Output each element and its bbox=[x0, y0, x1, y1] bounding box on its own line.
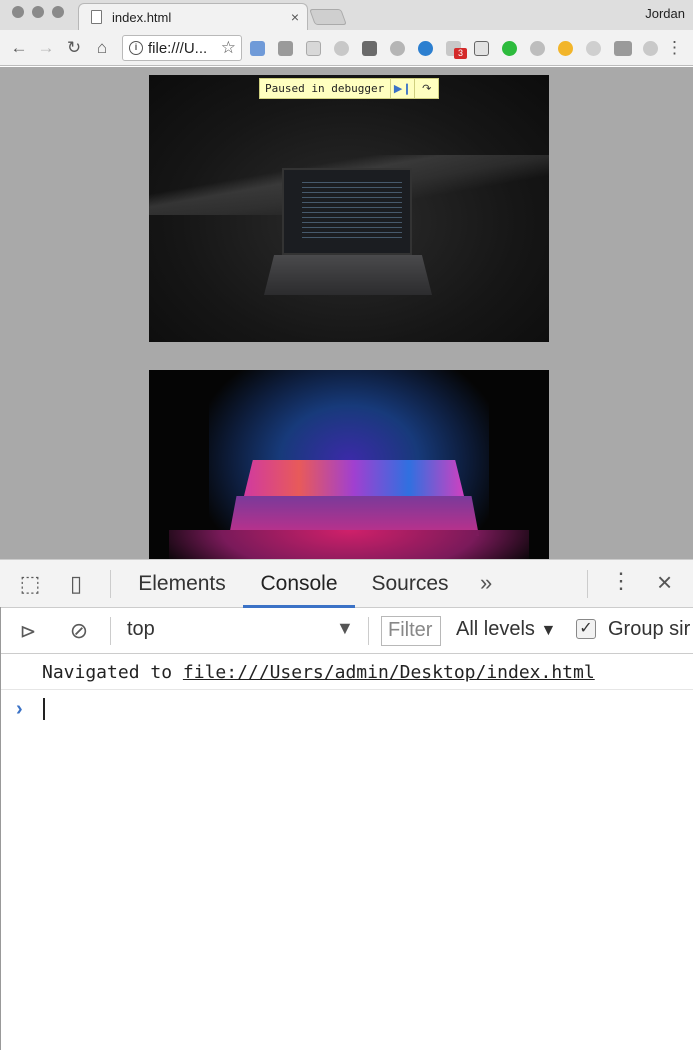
tabbar-divider-right bbox=[587, 570, 588, 598]
page-viewport bbox=[0, 67, 693, 559]
window-left-edge bbox=[0, 607, 1, 1050]
window-close-button[interactable] bbox=[12, 6, 24, 18]
navigated-link[interactable]: file:///Users/admin/Desktop/index.html bbox=[183, 662, 595, 683]
back-icon[interactable]: ← bbox=[9, 38, 29, 58]
context-dropdown-icon[interactable]: ▼ bbox=[336, 618, 354, 639]
tab-console[interactable]: Console bbox=[243, 560, 355, 608]
devtools-panel: ⬚ ▯ Elements Console Sources » ⋮ × ⊳ ⊘ t… bbox=[0, 559, 693, 1050]
extension-circle-icon[interactable] bbox=[586, 41, 601, 56]
info-icon[interactable]: i bbox=[129, 41, 143, 55]
console-toolbar: ⊳ ⊘ top ▼ Filter All levels ▼ ✓ Group si… bbox=[0, 608, 693, 654]
tab-close-icon[interactable]: × bbox=[291, 9, 299, 25]
tab-title: index.html bbox=[112, 10, 172, 25]
bookmark-star-icon[interactable]: ☆ bbox=[221, 38, 236, 58]
console-prompt-icon: › bbox=[16, 698, 23, 720]
laptop-photo-neon bbox=[149, 370, 549, 559]
inspect-element-icon[interactable]: ⬚ bbox=[16, 570, 44, 598]
extension-window-icon[interactable] bbox=[306, 41, 321, 56]
tab-elements[interactable]: Elements bbox=[124, 560, 240, 608]
extension-react-icon[interactable] bbox=[643, 41, 658, 56]
clear-console-icon[interactable]: ⊘ bbox=[65, 617, 93, 645]
console-input[interactable] bbox=[43, 698, 45, 720]
device-toolbar-icon[interactable]: ▯ bbox=[62, 570, 90, 598]
more-tabs-icon[interactable]: » bbox=[480, 570, 492, 596]
step-over-icon[interactable]: ↷ bbox=[414, 79, 438, 98]
browser-titlebar: index.html × Jordan bbox=[0, 0, 693, 30]
devtools-menu-icon[interactable]: ⋮ bbox=[610, 568, 632, 594]
extension-compass-icon[interactable] bbox=[418, 41, 433, 56]
extension-gear-icon[interactable] bbox=[530, 41, 545, 56]
browser-toolbar: ← → ↻ ⌂ i file:///U... ☆ 3 ⋮ bbox=[0, 30, 693, 66]
forward-icon[interactable]: → bbox=[36, 38, 56, 58]
extension-feather-icon[interactable] bbox=[278, 41, 293, 56]
devtools-close-icon[interactable]: × bbox=[657, 567, 672, 598]
neon-laptop-screen bbox=[244, 460, 464, 496]
address-bar[interactable]: i file:///U... ☆ bbox=[122, 35, 242, 61]
home-icon[interactable]: ⌂ bbox=[92, 38, 112, 58]
neon-cushion bbox=[169, 530, 529, 559]
laptop-screen bbox=[282, 168, 412, 255]
cast-icon[interactable] bbox=[474, 41, 489, 56]
tabbar-divider bbox=[110, 570, 111, 598]
laptop-base bbox=[264, 255, 432, 295]
reload-icon[interactable]: ↻ bbox=[64, 38, 84, 58]
page-icon bbox=[91, 10, 102, 24]
paused-label: Paused in debugger bbox=[265, 82, 385, 95]
laptop-photo-dark bbox=[149, 75, 549, 342]
debugger-paused-banner: Paused in debugger ▶❙ ↷ bbox=[259, 78, 440, 99]
window-zoom-button[interactable] bbox=[52, 6, 64, 18]
address-url: file:///U... bbox=[148, 40, 208, 57]
chevron-down-icon: ▼ bbox=[540, 622, 557, 639]
resume-icon[interactable]: ▶❙ bbox=[390, 79, 414, 98]
window-minimize-button[interactable] bbox=[32, 6, 44, 18]
group-similar-checkbox[interactable]: ✓ bbox=[576, 619, 596, 639]
console-filter-input[interactable]: Filter bbox=[381, 616, 441, 646]
extension-badge: 3 bbox=[454, 48, 467, 59]
extension-wj-icon[interactable] bbox=[614, 41, 632, 56]
group-similar-label: Group sir bbox=[608, 618, 691, 640]
console-divider-2 bbox=[368, 617, 369, 645]
extension-square-icon[interactable] bbox=[362, 41, 377, 56]
extension-green-icon[interactable] bbox=[502, 41, 517, 56]
extension-sync-icon[interactable] bbox=[334, 41, 349, 56]
profile-name[interactable]: Jordan bbox=[645, 6, 685, 21]
devtools-tabbar: ⬚ ▯ Elements Console Sources » ⋮ × bbox=[0, 560, 693, 608]
browser-menu-icon[interactable]: ⋮ bbox=[666, 38, 683, 58]
navigated-prefix: Navigated to bbox=[42, 662, 173, 683]
new-tab-button[interactable] bbox=[309, 9, 347, 25]
extension-moon-icon[interactable] bbox=[558, 41, 573, 56]
laptop-code bbox=[302, 182, 402, 242]
console-log-row: Navigated to file:///Users/admin/Desktop… bbox=[0, 654, 693, 690]
log-levels-dropdown[interactable]: All levels ▼ bbox=[456, 618, 556, 641]
browser-tab[interactable]: index.html × bbox=[78, 3, 308, 30]
console-divider bbox=[110, 617, 111, 645]
log-levels-label: All levels bbox=[456, 618, 535, 640]
context-selector[interactable]: top bbox=[127, 618, 155, 641]
show-sidebar-icon[interactable]: ⊳ bbox=[14, 617, 42, 645]
extension-calendar-icon[interactable] bbox=[250, 41, 265, 56]
extension-cloud-icon[interactable] bbox=[390, 41, 405, 56]
tab-sources[interactable]: Sources bbox=[358, 560, 462, 608]
navigated-message: Navigated to file:///Users/admin/Desktop… bbox=[42, 662, 595, 683]
